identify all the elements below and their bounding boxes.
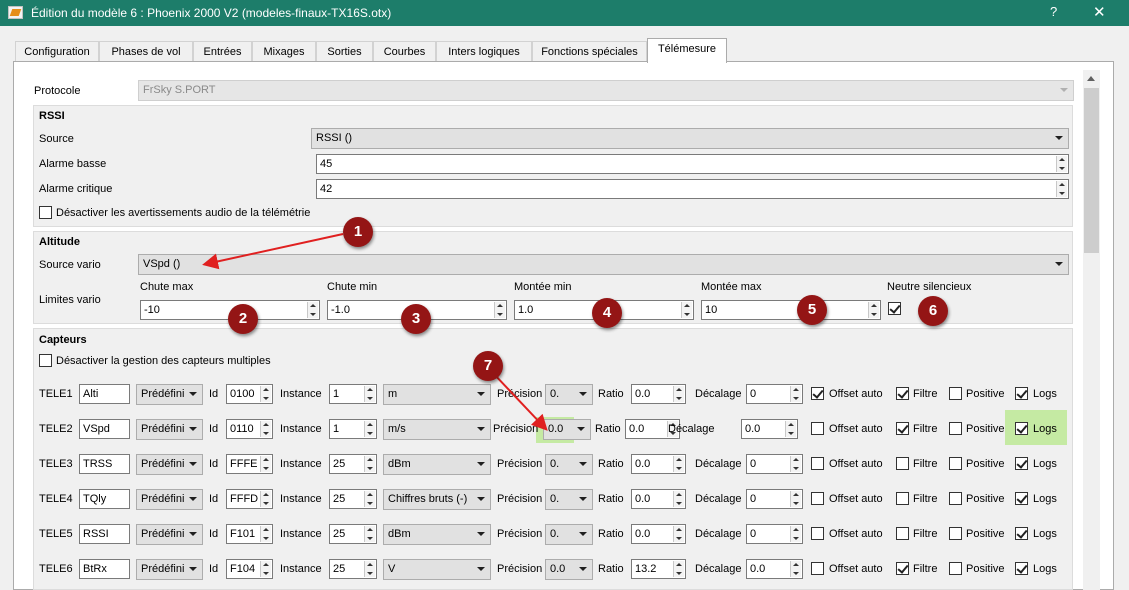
annotation-badge-6: 6 [918, 296, 948, 326]
annotation-badge-2: 2 [228, 304, 258, 334]
arrow-7-to-precision [492, 372, 548, 431]
annotation-badge-7: 7 [473, 351, 503, 381]
annotation-badge-4: 4 [592, 298, 622, 328]
annotation-badge-1: 1 [343, 217, 373, 247]
tab-telemetry[interactable]: Télémesure [647, 38, 727, 63]
annotation-badge-3: 3 [401, 304, 431, 334]
arrow-1-to-vario [202, 233, 344, 270]
annotation-arrows [202, 233, 548, 431]
annotation-badge-5: 5 [797, 295, 827, 325]
